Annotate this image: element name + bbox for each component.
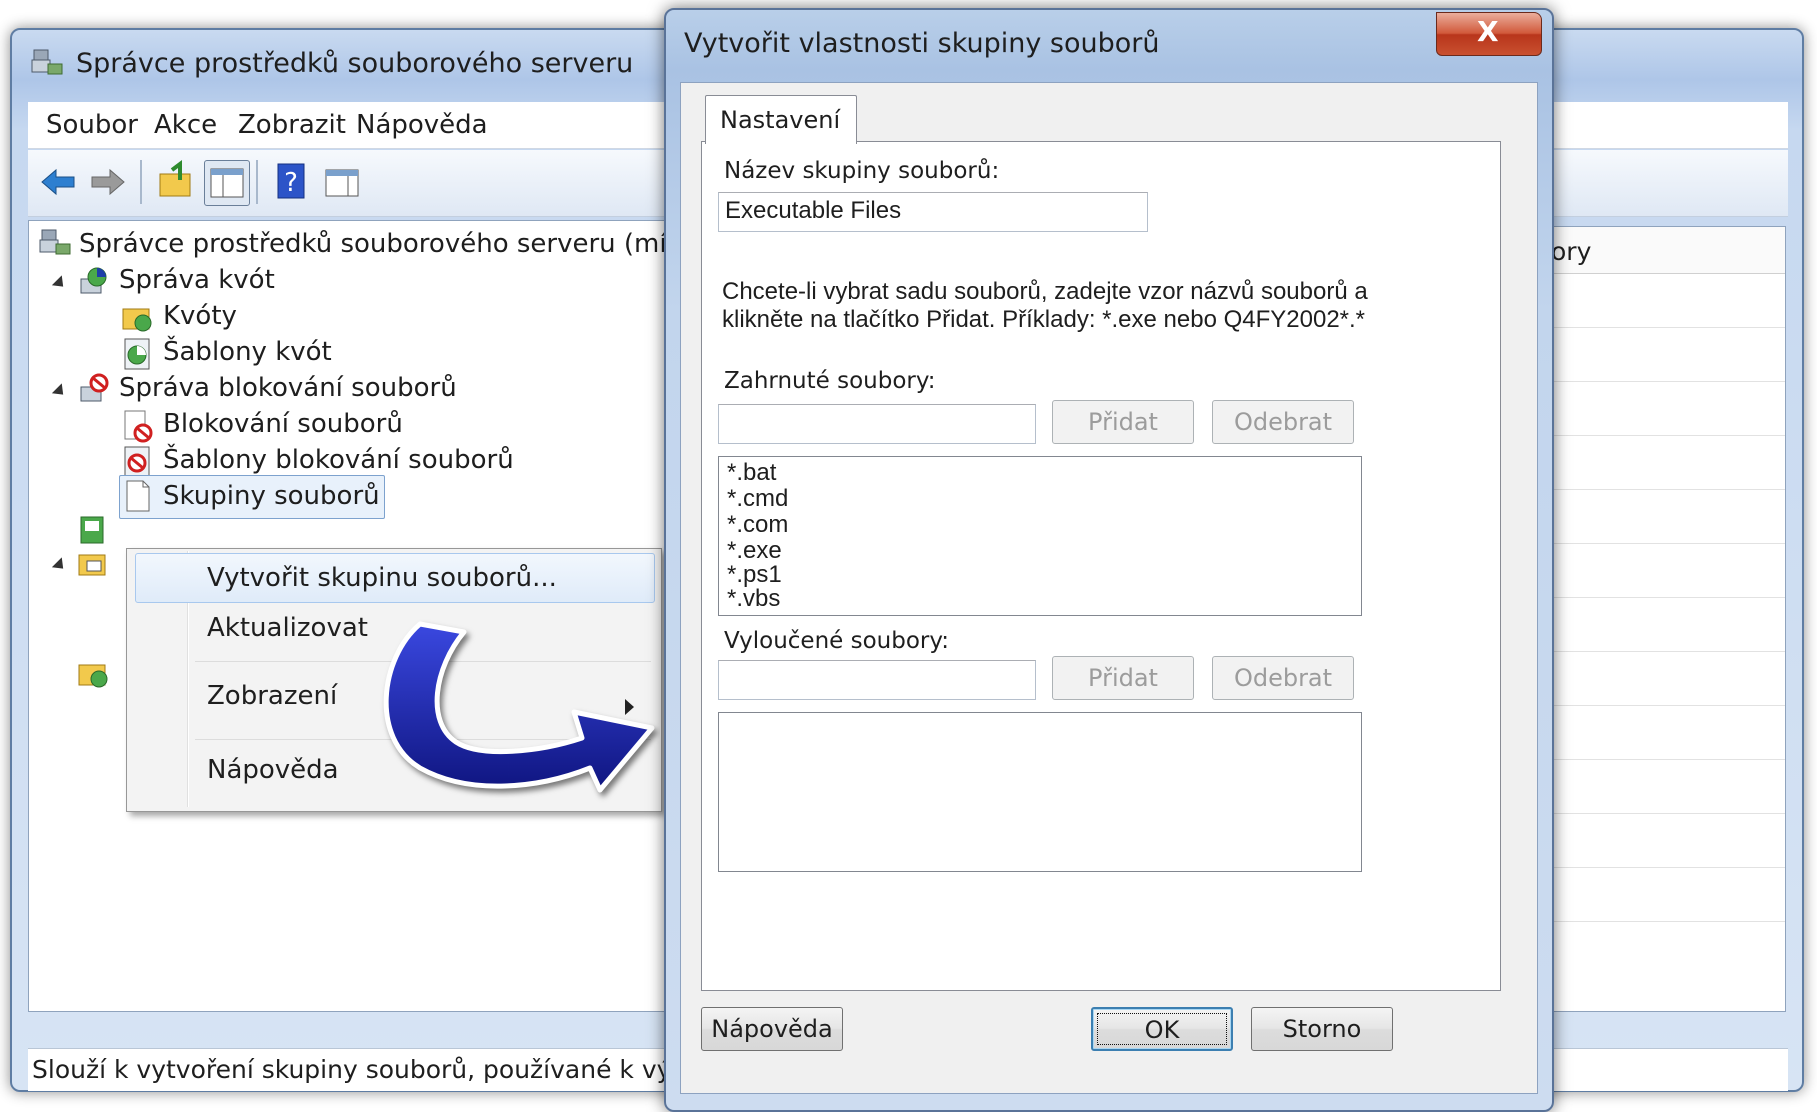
results-pane: ory	[1551, 226, 1786, 1012]
row-divider	[1553, 813, 1785, 814]
row-divider	[1553, 489, 1785, 490]
quota-management-icon	[80, 267, 107, 294]
row-divider	[1553, 651, 1785, 652]
expand-arrow-icon[interactable]	[51, 275, 69, 292]
excluded-files-label: Vyloučené soubory:	[724, 628, 950, 654]
list-item[interactable]: *.vbs	[727, 585, 780, 613]
hint-text-line1: Chcete-li vybrat sadu souborů, zadejte v…	[722, 278, 1368, 305]
toolbar-separator	[140, 160, 142, 204]
expand-arrow-icon[interactable]	[51, 383, 69, 400]
up-folder-icon[interactable]	[154, 160, 198, 204]
dialog-title: Vytvořit vlastnosti skupiny souborů	[684, 28, 1160, 59]
cancel-button[interactable]: Storno	[1251, 1007, 1393, 1051]
quota-templates-icon	[124, 338, 150, 370]
row-divider	[1553, 921, 1785, 922]
menu-item-zobrazeni[interactable]: Zobrazení	[207, 681, 337, 711]
row-divider	[1553, 597, 1785, 598]
row-divider	[1553, 543, 1785, 544]
close-icon: X	[1477, 15, 1499, 48]
file-screen-templates-icon	[124, 446, 150, 478]
list-item[interactable]: *.com	[727, 511, 788, 539]
file-group-dialog: Vytvořit vlastnosti skupiny souborů X Na…	[664, 8, 1554, 1112]
menu-zobrazit[interactable]: Zobrazit	[238, 110, 346, 140]
menu-napoveda[interactable]: Nápověda	[356, 110, 488, 140]
include-add-button[interactable]: Přidat	[1052, 400, 1194, 444]
tree-item-blokovani-souboru[interactable]: Blokování souborů	[163, 409, 403, 439]
dialog-client-area: Nastavení Název skupiny souborů: Executa…	[680, 82, 1538, 1094]
menu-item-napoveda[interactable]: Nápověda	[207, 755, 339, 785]
excluded-files-input[interactable]	[718, 660, 1036, 700]
menu-soubor[interactable]: Soubor	[46, 110, 138, 140]
list-item[interactable]: *.cmd	[727, 485, 788, 513]
file-screening-icon	[80, 373, 109, 402]
tree-item-sablony-kvot[interactable]: Šablony kvót	[163, 337, 332, 367]
focus-rectangle	[1097, 1013, 1227, 1045]
included-files-label: Zahrnuté soubory:	[724, 368, 936, 394]
tab-nastaveni[interactable]: Nastavení	[705, 95, 857, 144]
file-server-app-icon	[31, 49, 63, 75]
tree-item-sprava-kvot[interactable]: Správa kvót	[119, 265, 275, 295]
included-files-input[interactable]	[718, 404, 1036, 444]
status-text: Slouží k vytvoření skupiny souborů, použ…	[32, 1055, 703, 1084]
reports-icon	[80, 516, 104, 544]
row-divider	[1553, 759, 1785, 760]
help-icon[interactable]: ?	[270, 160, 314, 204]
show-hide-tree-icon[interactable]	[204, 160, 250, 206]
row-divider	[1553, 705, 1785, 706]
row-divider	[1553, 435, 1785, 436]
menu-item-vytvorit-skupinu[interactable]: Vytvořit skupinu souborů...	[207, 563, 557, 593]
toolbar-separator	[256, 160, 258, 204]
excluded-files-list[interactable]	[718, 712, 1362, 872]
hint-text-line2: klikněte na tlačítko Přidat. Příklady: *…	[722, 306, 1366, 333]
exclude-add-button[interactable]: Přidat	[1052, 656, 1194, 700]
tree-root[interactable]: Správce prostředků souborového serveru (…	[79, 229, 724, 259]
tree-item-sprava-blokovani[interactable]: Správa blokování souborů	[119, 373, 457, 403]
row-divider	[1553, 327, 1785, 328]
expand-arrow-icon[interactable]	[51, 557, 69, 574]
main-window-title: Správce prostředků souborového serveru	[76, 48, 634, 79]
included-files-list[interactable]: *.bat *.cmd *.com *.exe *.ps1 *.vbs	[718, 456, 1362, 616]
tree-item-sablony-blokovani[interactable]: Šablony blokování souborů	[163, 445, 514, 475]
svg-text:?: ?	[284, 168, 298, 198]
menu-akce[interactable]: Akce	[154, 110, 217, 140]
file-management-icon	[78, 664, 108, 688]
tree-item-kvoty[interactable]: Kvóty	[163, 301, 237, 331]
menu-item-aktualizovat[interactable]: Aktualizovat	[207, 613, 368, 643]
classification-icon	[78, 554, 106, 576]
column-header-text: ory	[1551, 237, 1592, 266]
exclude-remove-button[interactable]: Odebrat	[1212, 656, 1354, 700]
tree-item-skupiny-souboru[interactable]: Skupiny souborů	[163, 481, 380, 511]
dialog-close-button[interactable]: X	[1436, 12, 1542, 56]
row-divider	[1553, 867, 1785, 868]
include-remove-button[interactable]: Odebrat	[1212, 400, 1354, 444]
file-screens-icon	[124, 410, 153, 443]
row-divider	[1553, 381, 1785, 382]
name-label: Název skupiny souborů:	[724, 158, 1000, 184]
help-button[interactable]: Nápověda	[701, 1007, 843, 1051]
results-column-header[interactable]: ory	[1551, 227, 1785, 274]
file-groups-icon	[126, 480, 150, 512]
action-pane-icon[interactable]	[320, 160, 364, 204]
tab-label: Nastavení	[720, 106, 841, 134]
file-server-root-icon	[39, 229, 71, 255]
curved-arrow-icon	[383, 621, 655, 793]
back-arrow-icon[interactable]	[36, 160, 80, 204]
ok-button[interactable]: OK	[1091, 1007, 1233, 1051]
quotas-folder-icon	[122, 308, 152, 332]
forward-arrow-icon[interactable]	[86, 160, 130, 204]
group-name-field[interactable]: Executable Files	[718, 192, 1148, 232]
tab-panel-nastaveni: Název skupiny souborů: Executable Files …	[701, 141, 1501, 991]
list-item[interactable]: *.bat	[727, 459, 776, 487]
